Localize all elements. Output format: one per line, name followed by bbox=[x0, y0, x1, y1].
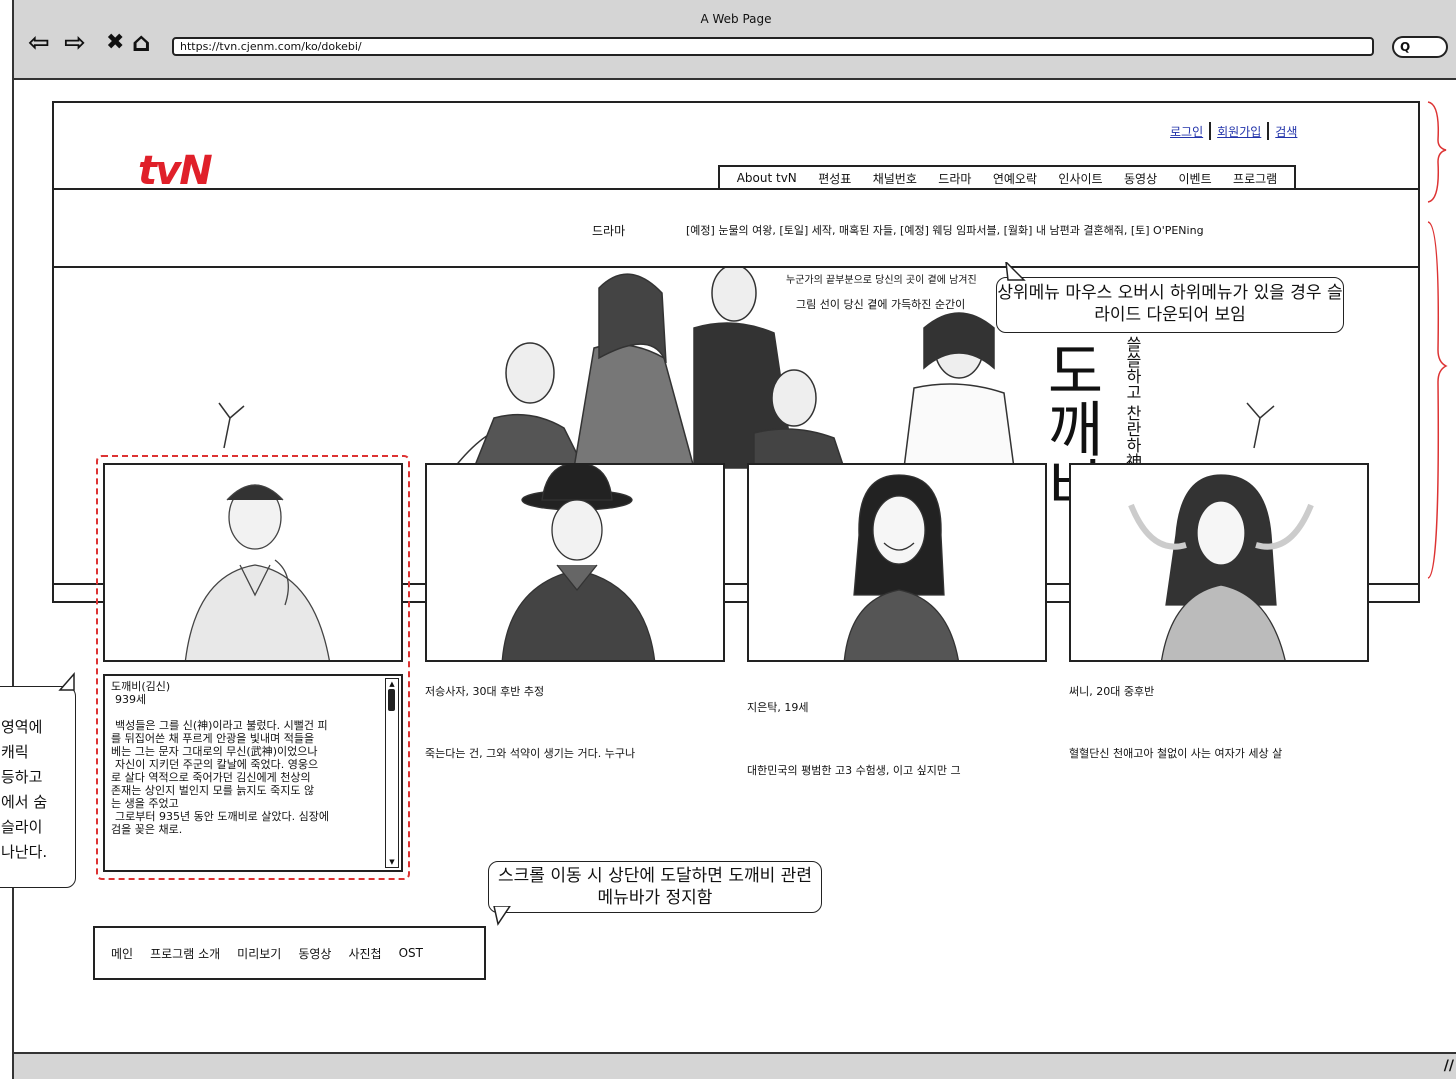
character-caption-euntak: 지은탁, 19세 bbox=[747, 701, 809, 714]
profile-name: 도깨비(김신) bbox=[111, 680, 171, 693]
menu-photos[interactable]: 사진첩 bbox=[348, 945, 381, 962]
character-caption-sunny: 써니, 20대 중후반 bbox=[1069, 685, 1155, 698]
profile-bio-line: 베는 그는 문자 그대로의 무신(武神)이었으나 bbox=[111, 745, 318, 758]
profile-age: 939세 bbox=[115, 693, 147, 706]
dokebi-menubar: 메인 프로그램 소개 미리보기 동영상 사진첩 OST bbox=[93, 926, 486, 980]
resize-grip-icon[interactable]: // bbox=[1444, 1058, 1454, 1074]
character-desc-euntak: 대한민국의 평범한 고3 수험생, 이고 싶지만 그 bbox=[747, 764, 961, 777]
gnb-item-drama[interactable]: 드라마 bbox=[938, 170, 971, 187]
gnb-item-schedule[interactable]: 편성표 bbox=[818, 170, 851, 187]
profile-bio-line: 는 생을 주었고 bbox=[111, 797, 179, 810]
gnb-item-program[interactable]: 프로그램 bbox=[1233, 170, 1277, 187]
browser-search-button[interactable]: Q bbox=[1392, 36, 1448, 58]
scroll-thumb[interactable] bbox=[388, 689, 395, 711]
portrait-euntak bbox=[843, 474, 959, 660]
menu-video[interactable]: 동영상 bbox=[298, 945, 331, 962]
profile-bio-line: 로 살다 역적으로 죽어가던 김신에게 천상의 bbox=[111, 771, 311, 784]
gnb-item-channel[interactable]: 채널번호 bbox=[873, 170, 917, 187]
callout-tail-icon bbox=[1005, 262, 1026, 281]
search-icon: Q bbox=[1400, 40, 1411, 54]
profile-bio-line: 자신이 지키던 주군의 칼날에 죽었다. 영웅으 bbox=[115, 758, 319, 771]
scroll-up-icon[interactable]: ▲ bbox=[387, 680, 397, 688]
annotation-brace-icon bbox=[1427, 101, 1448, 579]
login-link[interactable]: 로그인 bbox=[1170, 123, 1203, 140]
portrait-goblin bbox=[184, 484, 330, 660]
profile-scrollbar[interactable]: ▲ ▼ bbox=[385, 678, 399, 868]
character-caption-reaper: 저승사자, 30대 후반 추정 bbox=[425, 685, 545, 698]
home-icon[interactable]: ⌂ bbox=[132, 30, 151, 56]
profile-bio-line: 백성들은 그를 신(神)이라고 불렀다. 시뻘건 피 bbox=[115, 719, 328, 732]
menu-main[interactable]: 메인 bbox=[111, 945, 133, 962]
annotation-sticky-menubar: 스크롤 이동 시 상단에 도달하면 도깨비 관련 메뉴바가 정지함 bbox=[488, 861, 822, 913]
status-bar: // bbox=[14, 1052, 1456, 1079]
back-arrow-icon[interactable]: ⇦ bbox=[28, 30, 50, 56]
character-profile-goblin[interactable]: 도깨비(김신) 939세 백성들은 그를 신(神)이라고 불렀다. 시뻘건 피 … bbox=[103, 674, 403, 872]
portrait-reaper bbox=[501, 465, 656, 660]
dropdown-submenu: 드라마 [예정] 눈물의 여왕, [토일] 세작, 매혹된 자들, [예정] 웨… bbox=[52, 188, 1420, 268]
menu-preview[interactable]: 미리보기 bbox=[237, 945, 281, 962]
profile-bio-line: 그로부터 935년 동안 도깨비로 살았다. 심장에 bbox=[115, 810, 330, 823]
menu-program-intro[interactable]: 프로그램 소개 bbox=[150, 945, 220, 962]
profile-bio-line: 검을 꽂은 채로. bbox=[111, 823, 183, 836]
divider bbox=[1267, 122, 1270, 140]
gnb-item-entertainment[interactable]: 연예오락 bbox=[993, 170, 1037, 187]
scroll-down-icon[interactable]: ▼ bbox=[387, 858, 397, 866]
callout-tail-icon bbox=[58, 672, 75, 691]
forward-arrow-icon[interactable]: ⇨ bbox=[64, 30, 86, 56]
profile-bio-line: 를 뒤집어쓴 채 푸르게 안광을 빛내며 적들을 bbox=[111, 732, 315, 745]
hero-tagline-1: 누군가의 끝부분으로 당신의 곳이 곁에 남겨진 bbox=[786, 275, 977, 286]
annotation-left-note: 영역에 캐릭 등하고 에서 숨 슬라이 나난다. bbox=[0, 686, 76, 888]
menu-ost[interactable]: OST bbox=[399, 946, 423, 960]
submenu-category: 드라마 bbox=[592, 224, 626, 238]
character-image-reaper[interactable] bbox=[425, 463, 725, 662]
gnb-item-insight[interactable]: 인사이트 bbox=[1058, 170, 1102, 187]
browser-titlebar: A Web Page ⇦ ⇨ ✖ ⌂ https://tvn.cjenm.com… bbox=[14, 0, 1456, 80]
gnb-item-event[interactable]: 이벤트 bbox=[1179, 170, 1212, 187]
window-title: A Web Page bbox=[700, 12, 772, 26]
character-desc-reaper: 죽는다는 건, 그와 석약이 생기는 거다. 누구나 bbox=[425, 747, 636, 760]
hero-tagline-2: 그림 선이 당신 곁에 가득하진 순간이 bbox=[796, 298, 966, 311]
top-utility-links: 로그인 회원가입 검색 bbox=[1170, 122, 1297, 140]
submenu-program-list[interactable]: [예정] 눈물의 여왕, [토일] 세작, 매혹된 자들, [예정] 웨딩 임파… bbox=[686, 222, 1204, 238]
character-image-sunny[interactable] bbox=[1069, 463, 1369, 662]
gnb-item-video[interactable]: 동영상 bbox=[1124, 170, 1157, 187]
stop-icon[interactable]: ✖ bbox=[106, 30, 124, 56]
gnb-item-about[interactable]: About tvN bbox=[737, 171, 797, 185]
annotation-hover-submenu: 상위메뉴 마우스 오버시 하위메뉴가 있을 경우 슬라이드 다운되어 보임 bbox=[996, 277, 1344, 333]
global-nav: About tvN 편성표 채널번호 드라마 연예오락 인사이트 동영상 이벤트… bbox=[718, 165, 1296, 189]
address-bar[interactable]: https://tvn.cjenm.com/ko/dokebi/ bbox=[172, 37, 1374, 56]
divider bbox=[1209, 122, 1212, 140]
search-link[interactable]: 검색 bbox=[1275, 123, 1297, 140]
left-note-text: 영역에 캐릭 등하고 에서 숨 슬라이 나난다. bbox=[1, 718, 48, 861]
profile-bio-line: 존재는 상인지 벌인지 모를 늙지도 죽지도 않 bbox=[111, 784, 315, 797]
character-desc-sunny: 혈혈단신 천애고아 철없이 사는 여자가 세상 살 bbox=[1069, 747, 1283, 760]
callout-tail-icon bbox=[493, 906, 511, 926]
portrait-sunny bbox=[1128, 474, 1314, 660]
character-image-goblin[interactable] bbox=[103, 463, 403, 662]
character-image-euntak[interactable] bbox=[747, 463, 1047, 662]
hero-subtitle-art: 쓸쓸하고 찬란하神 bbox=[1123, 336, 1142, 470]
signup-link[interactable]: 회원가입 bbox=[1217, 123, 1261, 140]
